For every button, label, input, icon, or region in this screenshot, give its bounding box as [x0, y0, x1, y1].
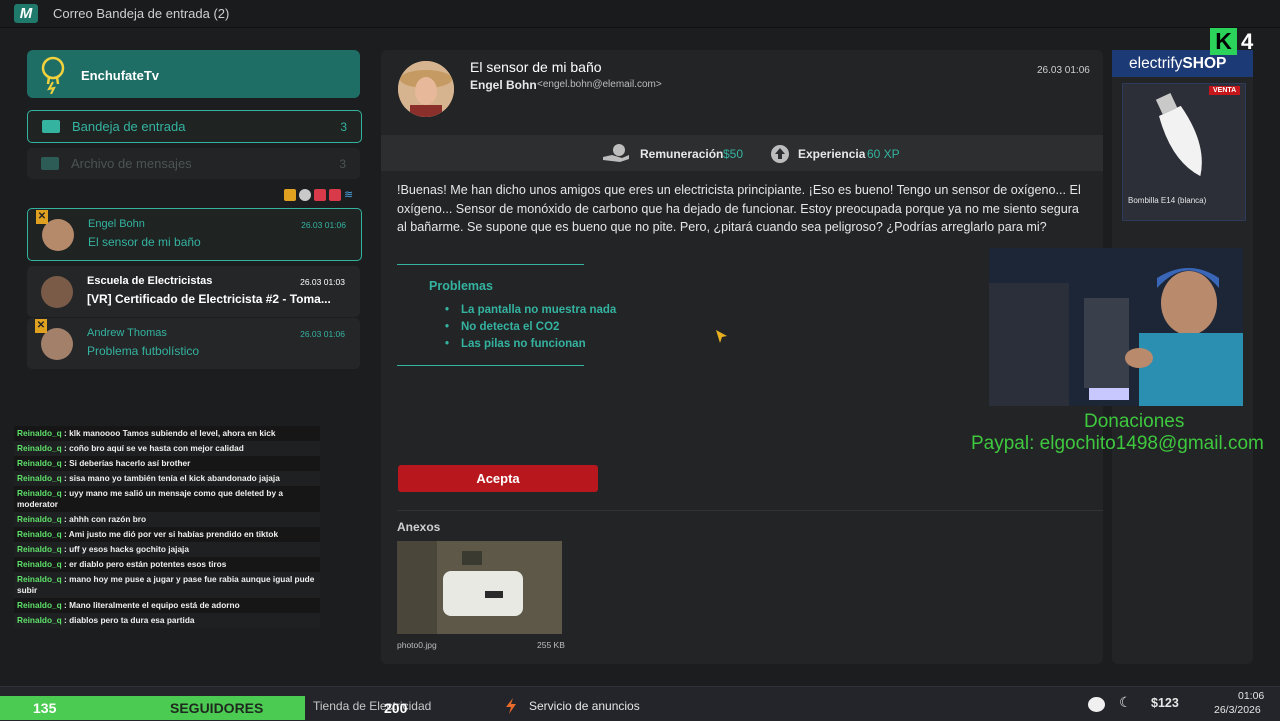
bulb-product-icon	[1155, 93, 1202, 177]
brand-header	[27, 50, 360, 98]
chat-line: Reinaldo_q : ahhh con razón bro	[14, 512, 320, 527]
accept-button[interactable]: Acepta	[398, 465, 598, 492]
mail-date: 26.03 01:06	[300, 329, 345, 339]
ball-status-icon	[299, 189, 311, 201]
donations-title: Donaciones	[1084, 411, 1185, 432]
chat-line: Reinaldo_q : diablos pero ta dura esa pa…	[14, 613, 320, 628]
folder-archive-count: 3	[339, 157, 346, 171]
chat-line: Reinaldo_q : mano hoy me puse a jugar y …	[14, 572, 320, 598]
heart-status-icon	[329, 189, 341, 201]
chat-line: Reinaldo_q : uff y esos hacks gochito ja…	[14, 542, 320, 557]
envelope-icon	[42, 120, 60, 133]
mail-subject: Problema futbolístico	[87, 344, 200, 358]
experience-label: Experiencia	[798, 147, 866, 161]
reward-label: Remuneración	[640, 147, 724, 161]
archive-icon	[41, 157, 59, 170]
mail-item[interactable]: ✕ Andrew Thomas Problema futbolístico 26…	[27, 318, 360, 369]
toggle-icon[interactable]	[1088, 697, 1105, 712]
message-sender-email: <engel.bohn@elemail.com>	[537, 79, 662, 90]
avatar	[41, 276, 73, 308]
streamer-webcam-icon	[989, 248, 1243, 406]
brand-name: EnchufateTv	[81, 68, 160, 83]
sender-portrait-icon	[398, 61, 454, 117]
attachment-size: 255 KB	[537, 640, 565, 650]
attachment-name: photo0.jpg	[397, 640, 437, 650]
folder-inbox-label: Bandeja de entrada	[72, 119, 186, 134]
arrow-up-icon	[771, 145, 789, 163]
problem-item: Las pilas no funcionan	[445, 338, 586, 350]
wifi-icon: ≋	[344, 189, 354, 201]
kick-logo-icon: K	[1210, 28, 1237, 55]
chat-line: Reinaldo_q : Mano literalmente el equipo…	[17, 600, 240, 610]
status-icons: ≋	[284, 189, 356, 201]
mail-subject: [VR] Certificado de Electricista #2 - To…	[87, 292, 331, 306]
money-balance: $123	[1151, 696, 1179, 710]
product-name: Bombilla E14 (blanca)	[1128, 196, 1207, 205]
message-body: !Buenas! Me han dicho unos amigos que er…	[397, 183, 1081, 234]
donations-paypal: Paypal: elgochito1498@gmail.com	[971, 433, 1264, 454]
mail-from: Engel Bohn	[88, 218, 145, 230]
message-sender: Engel Bohn	[470, 78, 537, 92]
taskbar-ads-button[interactable]: Servicio de anuncios	[529, 699, 640, 713]
sale-badge: VENTA	[1209, 86, 1241, 95]
chat-line: Reinaldo_q : uyy mano me salió un mensaj…	[17, 488, 284, 509]
shop-title: electrifySHOP	[1129, 55, 1227, 72]
mail-from: Andrew Thomas	[87, 327, 167, 339]
moon-icon[interactable]: ☾	[1119, 694, 1132, 711]
mail-item[interactable]: Escuela de Electricistas [VR] Certificad…	[27, 266, 360, 317]
followers-goal: 200	[384, 700, 408, 716]
mail-from: Escuela de Electricistas	[87, 275, 213, 287]
mail-item[interactable]: ✕ Engel Bohn El sensor de mi baño 26.03 …	[27, 208, 362, 261]
chat-line: Reinaldo_q : sisa mano yo también tenía …	[14, 471, 320, 486]
folder-inbox-count: 3	[340, 120, 347, 134]
task-tag-icon: ✕	[35, 319, 47, 333]
app-logo-icon: M	[14, 4, 38, 23]
chat-line: Reinaldo_q : Ami justo me dió por ver si…	[17, 529, 279, 539]
divider	[397, 365, 584, 366]
experience-value: 60 XP	[867, 147, 900, 161]
window-title: Correo Bandeja de entrada (2)	[53, 6, 230, 21]
divider	[397, 264, 584, 265]
mail-date: 26.03 01:03	[300, 277, 345, 287]
message-date: 26.03 01:06	[1037, 65, 1090, 76]
sender-avatar	[398, 61, 454, 117]
reward-value: $50	[723, 147, 744, 161]
followers-label: SEGUIDORES	[170, 700, 264, 716]
followers-count: 135	[33, 700, 57, 716]
clock-time: 01:06	[1238, 690, 1265, 702]
mail-date: 26.03 01:06	[301, 220, 346, 230]
lightning-icon	[506, 698, 516, 714]
gamepad-status-icon	[314, 189, 326, 201]
chat-line: Reinaldo_q : er diablo pero están potent…	[17, 559, 227, 569]
folder-archive-label: Archivo de mensajes	[71, 156, 192, 171]
task-tag-icon: ✕	[36, 210, 48, 224]
problem-item: No detecta el CO2	[445, 321, 559, 333]
mail-subject: El sensor de mi baño	[88, 235, 201, 249]
bulb-icon	[41, 56, 65, 94]
taskbar-store-button[interactable]: Tienda de Electricidad	[313, 699, 431, 713]
stream-chat: Reinaldo_q : klk manoooo Tamos subiendo …	[14, 426, 320, 628]
attachments-title: Anexos	[397, 520, 441, 534]
folder-archive[interactable]: Archivo de mensajes 3	[27, 148, 360, 179]
problem-item: La pantalla no muestra nada	[445, 304, 616, 316]
problems-title: Problemas	[429, 279, 493, 293]
divider	[397, 510, 1103, 511]
cursor-icon	[716, 330, 727, 343]
clock-date: 26/3/2026	[1214, 704, 1261, 716]
co-sensor-photo-icon	[397, 541, 562, 634]
home-status-icon	[284, 189, 296, 201]
attachment-thumbnail[interactable]	[397, 541, 562, 634]
webcam-overlay	[989, 248, 1243, 406]
message-subject: El sensor de mi baño	[470, 59, 602, 75]
chat-line: Reinaldo_q : Si deberías hacerlo así bro…	[17, 458, 191, 468]
chat-line: Reinaldo_q : klk manoooo Tamos subiendo …	[17, 428, 276, 438]
chat-line: Reinaldo_q : coño bro aquí se ve hasta c…	[14, 441, 320, 456]
money-hand-icon	[603, 144, 629, 162]
folder-inbox[interactable]: Bandeja de entrada 3	[27, 110, 362, 143]
kick-counter: 4	[1241, 29, 1254, 54]
